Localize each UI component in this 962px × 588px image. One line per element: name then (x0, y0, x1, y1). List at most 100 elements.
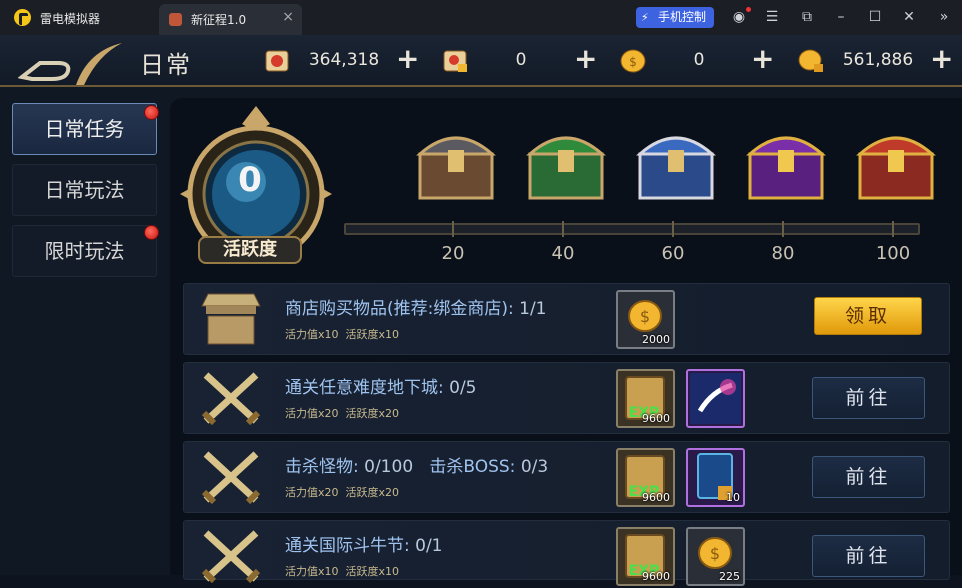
svg-text:$: $ (710, 544, 720, 563)
milestone-tick (782, 221, 784, 237)
milestone-tick (562, 221, 564, 237)
tab-close-icon[interactable]: × (282, 9, 294, 25)
emulator-title: 雷电模拟器 (40, 12, 101, 26)
activity-label: 活跃度 (198, 236, 302, 264)
activity-value: 0 (238, 160, 262, 200)
claim-button[interactable]: 领取 (814, 297, 922, 335)
reward-item[interactable]: EXP 9600 (616, 448, 675, 507)
magic-hand-icon (690, 373, 741, 424)
activity-points-label: 活跃度 (345, 328, 379, 341)
page-title: 日常 (140, 51, 192, 79)
task-progress: 1/1 (519, 299, 547, 319)
reward-quantity: 10 (726, 491, 740, 504)
notification-badge (144, 105, 159, 120)
task-title-text: 击杀BOSS: (429, 457, 516, 477)
tab-game[interactable]: 新征程1.0 × (159, 4, 302, 35)
phone-control-button[interactable]: 手机控制 (636, 7, 714, 28)
vitality-label: 活力值 (285, 407, 318, 420)
vitality-label: 活力值 (285, 486, 318, 499)
sidebar-item-label: 日常玩法 (44, 178, 125, 202)
svg-text:$: $ (640, 307, 650, 326)
task-rewards-points: 活力值x20 活跃度x20 (285, 484, 399, 500)
task-title-text: 击杀怪物: (285, 457, 359, 477)
sidebar-item-limited-play[interactable]: 限时玩法 (12, 225, 157, 277)
vitality-label: 活力值 (285, 565, 318, 578)
minimize-icon[interactable]: – (832, 8, 850, 26)
chest-40-icon[interactable] (518, 116, 614, 206)
back-icon[interactable] (18, 41, 128, 85)
add-resource-button[interactable]: + (396, 45, 419, 73)
milestone-label: 80 (771, 243, 795, 264)
activity-points-label: 活跃度 (345, 565, 379, 578)
task-rewards-points: 活力值x10 活跃度x10 (285, 563, 399, 579)
task-progress: 0/1 (415, 536, 443, 556)
reward-item[interactable]: $ 2000 (616, 290, 675, 349)
milestone-label: 20 (441, 243, 465, 264)
svg-text:$: $ (629, 55, 637, 69)
milestone-label: 100 (875, 243, 911, 264)
maximize-icon[interactable]: ☐ (866, 8, 884, 26)
task-row: 通关国际斗牛节: 0/1 活力值x10 活跃度x10 EXP 9600 $ 22… (183, 520, 950, 586)
task-title-text: 通关国际斗牛节: (285, 536, 410, 556)
chest-80-icon[interactable] (738, 116, 834, 206)
activity-section: 0 活跃度 20 40 60 80 100 (170, 98, 950, 273)
gold-coin-icon: $ (620, 49, 646, 73)
task-progress: 0/3 (520, 457, 549, 477)
resource-locked-gold: 561,886 + (796, 45, 962, 75)
task-panel: 0 活跃度 20 40 60 80 100 商店购买物品(推荐:绑金商店): 1… (170, 98, 962, 586)
reward-item[interactable] (686, 369, 745, 428)
milestone-tick (892, 221, 894, 237)
reward-quantity: 9600 (642, 491, 670, 504)
reward-item[interactable]: $ 225 (686, 527, 745, 586)
reward-item[interactable]: EXP 9600 (616, 369, 675, 428)
menu-icon[interactable]: ☰ (763, 8, 781, 26)
emulator-titlebar: 雷电模拟器 新征程1.0 × 手机控制 ◉ ☰ ⧉ – ☐ ✕ » (0, 0, 962, 35)
add-resource-button[interactable]: + (751, 45, 774, 73)
go-button[interactable]: 前往 (812, 456, 925, 498)
collapse-icon[interactable]: » (935, 8, 953, 26)
crossed-swords-icon (201, 530, 261, 584)
activity-points-label: 活跃度 (345, 486, 379, 499)
add-resource-button[interactable]: + (930, 45, 953, 73)
task-title: 通关国际斗牛节: 0/1 (285, 531, 443, 556)
chest-100-icon[interactable] (848, 116, 944, 206)
game-topbar: 日常 364,318 + 0 + $ 0 + 561,886 + (0, 35, 962, 87)
emulator-logo-icon (14, 9, 31, 26)
task-progress: 0/5 (449, 378, 477, 398)
task-row: 击杀怪物: 0/100 击杀BOSS: 0/3 活力值x20 活跃度x20 EX… (183, 441, 950, 513)
resource-gold: $ 0 + (618, 45, 778, 75)
activity-points-multiplier: x20 (378, 407, 400, 420)
notification-dot (746, 7, 751, 12)
account-icon[interactable]: ◉ (730, 8, 748, 26)
sidebar-item-daily-play[interactable]: 日常玩法 (12, 164, 157, 216)
resource-value: 364,318 (308, 50, 380, 70)
close-icon[interactable]: ✕ (900, 8, 918, 26)
vitality-multiplier: x20 (318, 486, 339, 499)
activity-progress-bar (344, 223, 920, 235)
notification-badge (144, 225, 159, 240)
reward-quantity: 225 (719, 570, 740, 583)
activity-points-multiplier: x20 (378, 486, 400, 499)
resource-scroll: 364,318 + (262, 45, 442, 75)
popout-icon[interactable]: ⧉ (798, 8, 816, 26)
task-title: 通关任意难度地下城: 0/5 (285, 373, 477, 398)
reward-quantity: 9600 (642, 412, 670, 425)
resource-value: 561,886 (842, 50, 914, 70)
task-title: 商店购买物品(推荐:绑金商店): 1/1 (285, 294, 547, 319)
vitality-label: 活力值 (285, 328, 318, 341)
go-button[interactable]: 前往 (812, 377, 925, 419)
go-button[interactable]: 前往 (812, 535, 925, 577)
reward-item[interactable]: 10 (686, 448, 745, 507)
task-rewards-points: 活力值x20 活跃度x20 (285, 405, 399, 421)
sidebar-item-label: 日常任务 (44, 117, 125, 141)
activity-points-multiplier: x10 (378, 565, 400, 578)
task-rewards-points: 活力值x10 活跃度x10 (285, 326, 399, 342)
chest-60-icon[interactable] (628, 116, 724, 206)
chest-20-icon[interactable] (408, 116, 504, 206)
task-title-text: 商店购买物品(推荐:绑金商店): (285, 299, 514, 319)
reward-item[interactable]: EXP 9600 (616, 527, 675, 586)
sidebar-item-daily-tasks[interactable]: 日常任务 (12, 103, 157, 155)
task-progress: 0/100 (364, 457, 414, 477)
add-resource-button[interactable]: + (574, 45, 597, 73)
locked-gold-coin-icon (798, 49, 823, 72)
